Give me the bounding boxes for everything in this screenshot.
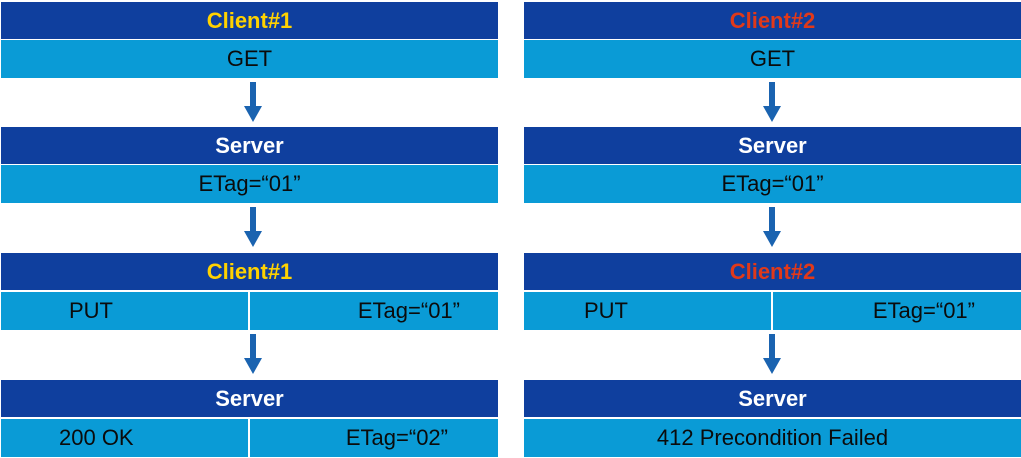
put-etag: ETag=“01” [357,298,460,323]
down-arrow-icon [762,334,782,374]
put-method: PUT [584,298,628,323]
down-arrow-icon [762,82,782,122]
response-status-cell: 200 OK [1,419,250,457]
down-arrow-icon [243,82,263,122]
client2-method: GET [749,46,796,71]
put-method: PUT [69,298,113,323]
client2-header-label: Client#2 [729,7,816,33]
response-status: 412 Precondition Failed [656,425,889,450]
client1-put-row: PUT ETag=“01” [1,292,498,330]
server-response-row: 412 Precondition Failed [524,419,1021,457]
client2-put-row: PUT ETag=“01” [524,292,1021,330]
server-header: Server [524,127,1021,165]
put-etag-cell: ETag=“01” [250,292,499,330]
client1-put-header-label: Client#1 [206,258,293,284]
server-header-label: Server [738,132,807,158]
client2-put-header: Client#2 [524,253,1021,291]
response-status: 200 OK [59,425,134,450]
client1-header-label: Client#1 [206,7,293,33]
client2-header: Client#2 [524,2,1021,40]
client1-header: Client#1 [1,2,498,40]
response-etag-cell: ETag=“02” [250,419,499,457]
server-etag-row: ETag=“01” [524,165,1021,203]
server-response-row: 200 OK ETag=“02” [1,419,498,457]
client1-method: GET [226,46,273,71]
client2-request-row: GET [524,40,1021,78]
server-header: Server [1,127,498,165]
down-arrow-icon [243,334,263,374]
response-etag: ETag=“02” [345,425,448,450]
server-etag: ETag=“01” [198,171,301,196]
client1-put-header: Client#1 [1,253,498,291]
server-etag-row: ETag=“01” [1,165,498,203]
server-response-header-label: Server [738,385,807,411]
server-response-header-label: Server [215,385,284,411]
server-response-header: Server [1,380,498,418]
down-arrow-icon [762,207,782,247]
server-etag: ETag=“01” [721,171,824,196]
put-method-cell: PUT [1,292,250,330]
server-header-label: Server [215,132,284,158]
down-arrow-icon [243,207,263,247]
put-etag: ETag=“01” [872,298,975,323]
server-response-header: Server [524,380,1021,418]
put-method-cell: PUT [524,292,773,330]
client1-request-row: GET [1,40,498,78]
client2-put-header-label: Client#2 [729,258,816,284]
put-etag-cell: ETag=“01” [773,292,1021,330]
